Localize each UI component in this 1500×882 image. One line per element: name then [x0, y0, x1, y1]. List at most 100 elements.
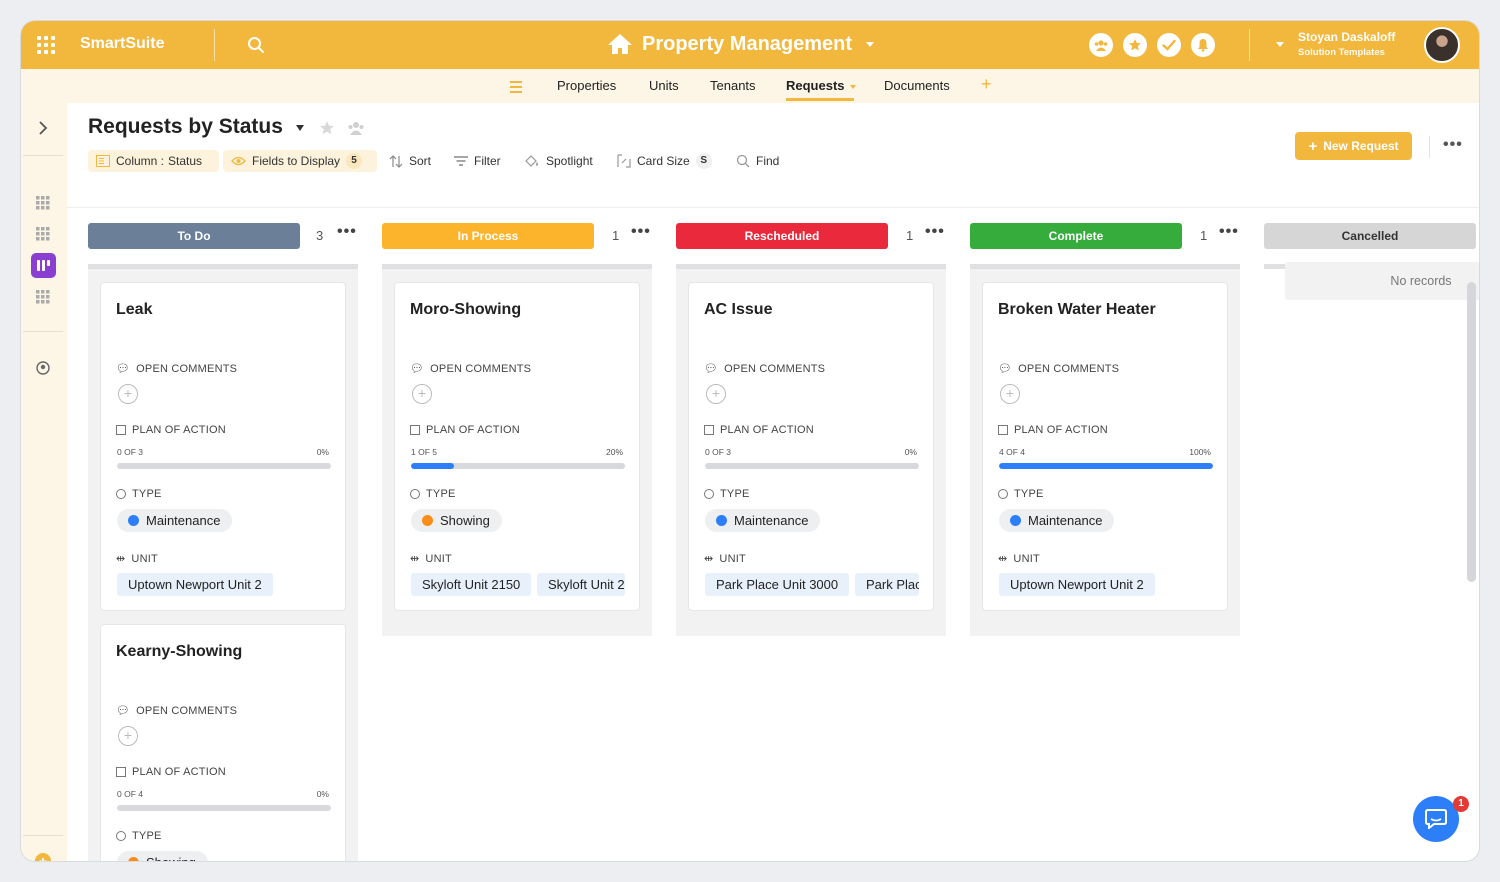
home-icon	[608, 34, 632, 54]
eye-icon	[231, 156, 246, 166]
check-icon[interactable]	[1157, 33, 1181, 57]
comment-icon: 💬︎	[116, 705, 131, 717]
column-label: Column :	[116, 154, 165, 168]
type-dot	[716, 515, 727, 526]
more-options-icon[interactable]: •••	[925, 223, 945, 241]
type-chip: Showing	[117, 851, 208, 861]
new-request-button[interactable]: + New Request	[1295, 132, 1412, 160]
paint-bucket-icon	[525, 155, 538, 167]
kanban-view-icon[interactable]	[31, 253, 56, 278]
type-icon	[116, 489, 126, 499]
sort-button[interactable]: Sort	[389, 150, 431, 172]
progress-fill	[411, 463, 454, 469]
avatar[interactable]	[1424, 27, 1460, 63]
columns-icon	[96, 155, 110, 167]
unit-chip[interactable]: Uptown Newport Unit 2	[117, 573, 273, 596]
find-button[interactable]: Find	[736, 150, 779, 172]
record-card-ac-issue[interactable]: AC Issue 💬︎ OPEN COMMENTS + PLAN OF ACTIO…	[688, 282, 934, 611]
field-label-plan: PLAN OF ACTION	[704, 424, 814, 436]
search-icon[interactable]	[247, 36, 265, 59]
no-records-message: No records	[1285, 262, 1479, 300]
column-value: Status	[168, 154, 203, 168]
view-title[interactable]: Requests by Status	[88, 115, 283, 139]
divider	[67, 207, 1479, 208]
user-circle-icon[interactable]	[36, 361, 50, 375]
app-title[interactable]: Property Management	[606, 32, 875, 56]
column-header-cancelled[interactable]: Cancelled	[1264, 223, 1476, 249]
unit-chip[interactable]: Skyloft Unit 2150	[411, 573, 532, 596]
star-icon[interactable]	[1123, 33, 1147, 57]
tab-requests[interactable]: Requests	[786, 78, 857, 93]
unit-chip[interactable]: Uptown Newport Unit 2	[999, 573, 1155, 596]
field-label-plan: PLAN OF ACTION	[410, 424, 520, 436]
column-header-complete[interactable]: Complete	[970, 223, 1182, 249]
more-options-icon[interactable]: •••	[1443, 136, 1463, 154]
column-header-rescheduled[interactable]: Rescheduled	[676, 223, 888, 249]
brand-name: SmartSuite	[80, 35, 165, 52]
chevron-right-icon[interactable]	[38, 121, 48, 135]
field-label-type: TYPE	[998, 488, 1044, 500]
chevron-down-icon[interactable]	[296, 125, 304, 131]
record-card-leak[interactable]: Leak 💬︎ OPEN COMMENTS + PLAN OF ACTION 0 …	[100, 282, 346, 611]
grid-view-icon[interactable]	[36, 227, 50, 241]
add-comment-icon[interactable]: +	[1000, 384, 1020, 404]
spotlight-label: Spotlight	[546, 154, 593, 168]
card-size-label: Card Size	[637, 154, 690, 168]
field-label-unit: ⇹ UNIT	[116, 552, 158, 566]
vertical-scrollbar[interactable]	[1467, 282, 1476, 582]
tab-tenants[interactable]: Tenants	[710, 78, 756, 93]
add-comment-icon[interactable]: +	[412, 384, 432, 404]
column-count: 1	[1200, 228, 1208, 243]
divider	[1249, 29, 1250, 61]
sort-label: Sort	[409, 154, 432, 168]
spotlight-button[interactable]: Spotlight	[524, 150, 593, 172]
tab-documents[interactable]: Documents	[884, 78, 950, 93]
record-card-moro-showing[interactable]: Moro-Showing 💬︎ OPEN COMMENTS + PLAN OF A…	[394, 282, 640, 611]
unit-chip[interactable]: Park Place Unit 3000	[705, 573, 850, 596]
more-options-icon[interactable]: •••	[337, 223, 357, 241]
find-label: Find	[756, 154, 780, 168]
grid-view-icon[interactable]	[36, 290, 50, 304]
add-comment-icon[interactable]: +	[118, 384, 138, 404]
column-field-selector[interactable]: Column : Status	[88, 150, 219, 172]
share-users-icon[interactable]	[347, 120, 365, 136]
field-label-comments: 💬︎ OPEN COMMENTS	[116, 704, 238, 718]
type-icon	[410, 489, 420, 499]
chevron-down-icon	[1276, 42, 1284, 47]
main-content: Requests by Status + New Request ••• Col…	[67, 103, 1479, 861]
tab-properties[interactable]: Properties	[557, 78, 616, 93]
add-circle-icon[interactable]: +	[35, 853, 51, 861]
add-table-icon[interactable]: +	[981, 74, 992, 95]
sidebar: +	[21, 103, 67, 861]
progress-percent: 20%	[605, 447, 623, 457]
column-header-in-process[interactable]: In Process	[382, 223, 594, 249]
apps-grid-icon[interactable]	[37, 36, 55, 54]
card-size-button[interactable]: Card Size S	[617, 150, 712, 172]
progress-percent: 0%	[316, 447, 329, 457]
column-header-to-do[interactable]: To Do	[88, 223, 300, 249]
field-label-unit: ⇹ UNIT	[410, 552, 452, 566]
progress-bar	[411, 463, 625, 469]
progress-percent: 0%	[316, 789, 329, 799]
progress-text: 0 OF 4	[117, 789, 143, 799]
more-options-icon[interactable]: •••	[631, 223, 651, 241]
type-icon	[998, 489, 1008, 499]
tab-units[interactable]: Units	[649, 78, 679, 93]
star-outline-icon[interactable]	[319, 120, 335, 136]
record-card-kearny-showing[interactable]: Kearny-Showing 💬︎ OPEN COMMENTS + PLAN OF…	[100, 624, 346, 861]
column-rescheduled: AC Issue 💬︎ OPEN COMMENTS + PLAN OF ACTIO…	[676, 264, 946, 636]
progress-bar	[705, 463, 919, 469]
unit-chip[interactable]: Skyloft Unit 2	[537, 573, 625, 596]
record-card-broken-water-heater[interactable]: Broken Water Heater 💬︎ OPEN COMMENTS + PL…	[982, 282, 1228, 611]
fields-to-display-button[interactable]: Fields to Display 5	[223, 150, 377, 172]
more-options-icon[interactable]: •••	[1219, 223, 1239, 241]
bell-icon[interactable]	[1191, 33, 1215, 57]
type-dot	[1010, 515, 1021, 526]
menu-icon[interactable]	[510, 81, 522, 93]
grid-view-icon[interactable]	[36, 196, 50, 210]
add-comment-icon[interactable]: +	[118, 726, 138, 746]
unit-chip[interactable]: Park Plac	[855, 573, 919, 596]
team-icon[interactable]	[1089, 33, 1113, 57]
filter-button[interactable]: Filter	[454, 150, 501, 172]
add-comment-icon[interactable]: +	[706, 384, 726, 404]
